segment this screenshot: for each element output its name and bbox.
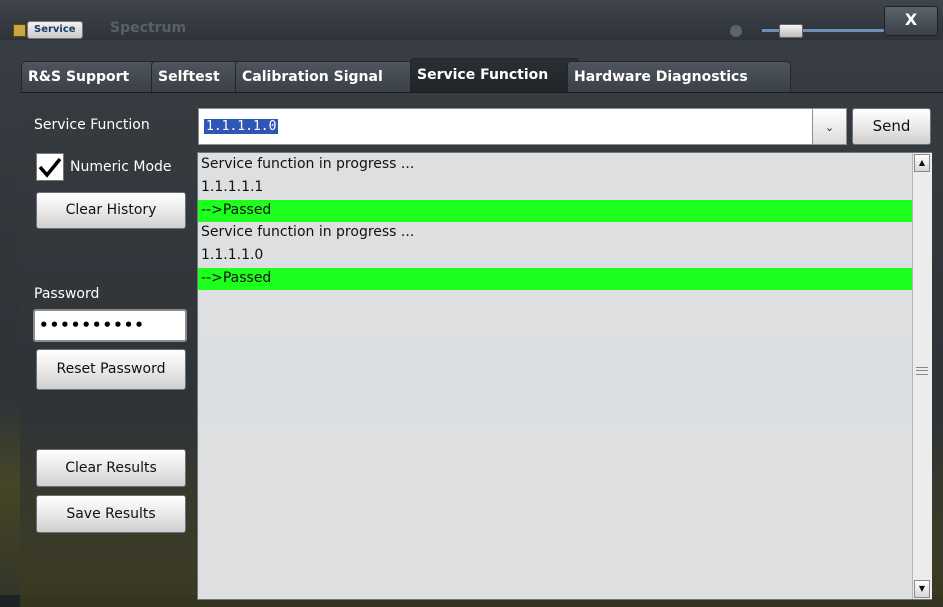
service-function-value: 1.1.1.1.0 — [204, 119, 279, 134]
results-line: Service function in progress ... — [201, 224, 415, 240]
transparency-icon — [730, 25, 742, 37]
app-icon — [13, 24, 26, 37]
results-scrollbar[interactable]: ▲ ▼ — [912, 153, 932, 599]
close-button[interactable]: X — [884, 6, 938, 36]
send-button[interactable]: Send — [852, 108, 931, 145]
arrow-down-icon: ▼ — [918, 584, 926, 593]
checkmark-icon — [38, 157, 62, 178]
results-line: Service function in progress ... — [201, 156, 415, 172]
service-window: Service Spectrum X R&S Support Selftest … — [0, 0, 943, 607]
clear-history-button[interactable]: Clear History — [36, 192, 186, 229]
numeric-mode-label: Numeric Mode — [70, 159, 172, 175]
scroll-down-button[interactable]: ▼ — [914, 580, 930, 598]
window-tab-spectrum[interactable]: Spectrum — [110, 20, 186, 36]
save-results-button[interactable]: Save Results — [36, 495, 186, 533]
scroll-up-button[interactable]: ▲ — [914, 154, 930, 172]
transparency-slider-handle[interactable] — [779, 24, 803, 38]
results-line: 1.1.1.1.1 — [201, 179, 264, 195]
tab-service-function[interactable]: Service Function — [410, 58, 579, 93]
results-line-passed: -->Passed — [198, 200, 912, 222]
reset-password-button[interactable]: Reset Password — [36, 349, 186, 390]
service-function-label: Service Function — [34, 117, 150, 133]
scroll-grip-icon[interactable] — [916, 367, 928, 375]
results-line-passed: -->Passed — [198, 268, 912, 290]
arrow-up-icon: ▲ — [918, 158, 926, 167]
tab-hardware-diagnostics[interactable]: Hardware Diagnostics — [567, 61, 791, 92]
chevron-down-icon: ⌄ — [824, 121, 835, 134]
password-label: Password — [34, 286, 100, 302]
service-function-dropdown-button[interactable]: ⌄ — [812, 108, 847, 145]
title-bar: Service Spectrum X — [0, 0, 943, 40]
results-line: 1.1.1.1.0 — [201, 247, 264, 263]
password-field[interactable]: •••••••••• — [33, 309, 187, 342]
window-tab-service[interactable]: Service — [27, 21, 83, 39]
clear-results-button[interactable]: Clear Results — [36, 449, 186, 487]
numeric-mode-checkbox[interactable] — [36, 153, 64, 181]
results-list[interactable]: Service function in progress ... 1.1.1.1… — [197, 152, 932, 600]
tab-selftest[interactable]: Selftest — [151, 61, 245, 92]
service-function-input[interactable]: 1.1.1.1.0 — [198, 108, 847, 145]
tab-rs-support[interactable]: R&S Support — [21, 61, 163, 92]
tab-calibration-signal[interactable]: Calibration Signal — [235, 61, 421, 92]
